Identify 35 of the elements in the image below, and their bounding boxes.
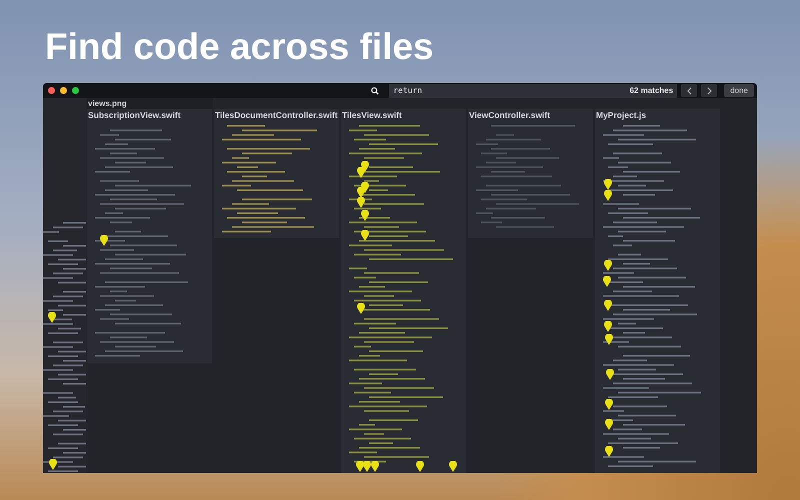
match-pin-icon (606, 369, 614, 380)
search-icon (371, 86, 380, 94)
file-name: TilesView.swift (341, 109, 403, 121)
file-name: SubscriptionView.swift (87, 109, 182, 121)
file-name: TilesDocumentController.swift (214, 109, 339, 121)
match-pin-icon (605, 399, 613, 410)
done-button[interactable]: done (724, 84, 754, 97)
minimize-button[interactable] (60, 87, 67, 94)
match-pin-icon (605, 419, 613, 430)
match-pin-icon (605, 446, 613, 457)
match-pin-icon (49, 459, 57, 470)
match-pin-icon (605, 334, 613, 345)
match-pin-icon (357, 303, 365, 314)
file-name: MyProject.js (595, 109, 648, 121)
match-pin-icon (48, 312, 56, 323)
headline: Find code across files (45, 27, 435, 67)
match-pin-icon (604, 321, 612, 332)
match-pin-icon (416, 461, 424, 472)
zoom-button[interactable] (72, 87, 79, 94)
file-name: views.png (87, 98, 213, 109)
chevron-left-icon (686, 86, 692, 94)
previous-match-button[interactable] (681, 84, 698, 97)
match-pin-icon (604, 300, 612, 311)
chevron-right-icon (706, 86, 712, 94)
file-name: ViewController.swift (468, 109, 552, 121)
close-button[interactable] (48, 87, 55, 94)
search-field[interactable]: return (389, 84, 628, 98)
match-pin-icon (449, 461, 457, 472)
match-count: 62 matches (628, 84, 678, 98)
next-match-button[interactable] (701, 84, 718, 97)
match-pin-icon (361, 230, 369, 241)
match-pin-icon (361, 210, 369, 221)
match-pin-icon (603, 276, 611, 287)
match-pin-icon (604, 260, 612, 271)
match-pin-icon (100, 235, 108, 246)
